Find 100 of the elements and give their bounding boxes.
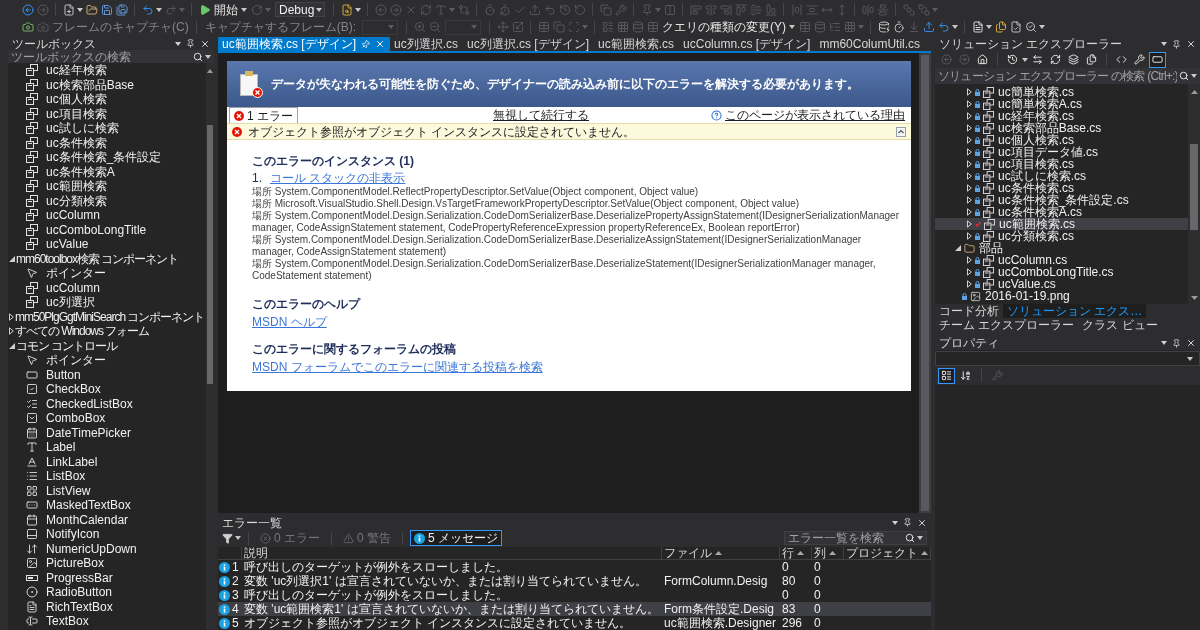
caret-icon[interactable] [985,25,992,29]
tree-item[interactable]: 2016-01-19.png [935,290,1188,302]
toolbox-item[interactable]: PictureBox [8,556,206,571]
camera-icon[interactable] [21,21,34,33]
toolbox-item[interactable]: uc分類検索 [8,193,206,208]
scrollbar-thumb[interactable] [1190,144,1198,230]
caret-icon[interactable] [235,536,241,540]
toolbox-item[interactable]: DateTimePicker [8,425,206,440]
circle-arrow-left-icon[interactable] [21,3,34,16]
expanded-triangle-icon[interactable] [9,342,15,349]
tree-item[interactable]: uc試しに検索.cs [935,170,1188,182]
sort-up-triangle-icon[interactable] [797,551,804,555]
document-tab[interactable]: uc範囲検索.cs [594,37,680,51]
panel-menu-caret-icon[interactable] [1161,42,1167,46]
column-header[interactable]: 列 [812,547,844,559]
collapsed-triangle-icon[interactable] [967,124,972,132]
search-field[interactable]: ツールボックスの検索 [8,50,214,63]
document-tab[interactable]: uc範囲検索.cs [デザイン] [218,37,390,51]
save-icon[interactable] [100,3,113,16]
search-icon[interactable] [1179,71,1189,81]
scroll-up-arrow-icon[interactable] [1190,90,1198,94]
tree-item[interactable]: uc分類検索.cs [935,230,1188,242]
toolbox-item[interactable]: NumericUpDown [8,541,206,556]
search-check-icon[interactable] [1024,21,1037,33]
search-field[interactable]: エラー一覧を検索 [784,531,927,545]
collapsed-triangle-icon[interactable] [9,327,14,336]
start-button[interactable]: 開始 [199,2,238,17]
undo-icon[interactable] [141,3,154,16]
tree-item[interactable]: uc条件検索.cs [935,182,1188,194]
toolbox-group[interactable]: コモン コントロール [8,338,206,353]
search-icon[interactable] [905,533,915,543]
forum-search-link[interactable]: MSDN フォーラムでこのエラーに関連する投稿を検索 [252,360,543,375]
tree-item[interactable]: uc検索部品Base.cs [935,122,1188,134]
error-tab[interactable]: 1 エラー [229,107,298,123]
caret-icon[interactable] [917,536,923,540]
toolbox-item[interactable]: uc個人検索 [8,92,206,107]
caret-icon[interactable] [789,25,795,29]
document-tab[interactable]: mm60ColumUtil.cs [815,37,926,51]
collapsed-triangle-icon[interactable] [967,196,972,204]
toolbox-item[interactable]: Label [8,440,206,455]
caret-icon[interactable] [241,7,247,12]
toolbox-item[interactable]: uc範囲検索 [8,179,206,194]
tree-item[interactable]: 部品 [935,242,1188,254]
column-header[interactable]: プロジェクト [844,547,931,559]
scrollbar[interactable] [1188,84,1200,304]
error-row[interactable]: 3 呼び出しのターゲットが例外をスローしました。 0 0 [218,588,931,602]
call-stack-link[interactable]: コール スタックの非表示 [270,171,406,186]
scrollbar[interactable] [206,63,214,630]
collapsed-triangle-icon[interactable] [967,148,972,156]
collapsed-triangle-icon[interactable] [967,220,972,228]
caret-icon[interactable] [205,54,211,59]
toolbox-item[interactable]: ListView [8,483,206,498]
stopwatch-icon[interactable] [892,21,905,33]
document-tab[interactable]: ucColumn.cs [デザイン] [679,37,816,51]
caret-icon[interactable] [155,7,162,12]
toolbox-group[interactable]: すべての Windows フォーム [8,324,206,339]
tree-item[interactable]: uc簡単検索.cs [935,86,1188,98]
toolbox-item[interactable]: ProgressBar [8,570,206,585]
caret-icon[interactable] [316,7,323,12]
caret-icon[interactable] [1191,74,1197,78]
reason-link[interactable]: このページが表示されている理由 [725,109,905,121]
scroll-down-arrow-icon[interactable] [1190,296,1198,300]
error-row[interactable]: 2 変数 'uc列選択1' は宣言されていないか、または割り当てられていません。 FormColumn.Desig 80 0 [218,574,931,588]
toolbox-item[interactable]: ポインター [8,266,206,281]
close-icon[interactable] [200,38,210,49]
toolbox-item[interactable]: TextBox [8,614,206,629]
caret-icon[interactable] [1038,25,1045,29]
scroll-up-arrow-icon[interactable] [207,69,213,73]
save-all-icon[interactable] [115,3,128,16]
tree-item[interactable]: ucComboLongTitle.cs [935,266,1188,278]
panel-menu-caret-icon[interactable] [1161,341,1167,345]
caret-icon[interactable] [1022,57,1028,62]
toolbox-group[interactable]: mm60toolbox検索 コンポーネント [8,251,206,266]
close-icon[interactable] [1186,338,1196,348]
toolbox-item[interactable]: uc試しに検索 [8,121,206,136]
database-bolt-icon[interactable] [877,21,890,33]
toolbox-item[interactable]: NotifyIcon [8,527,206,542]
caret-icon[interactable] [354,7,361,12]
tree-item[interactable]: uc項目検索.cs [935,158,1188,170]
document-tab[interactable]: uc列選択.cs [390,37,464,51]
collapsed-triangle-icon[interactable] [967,88,972,96]
file-search-icon[interactable] [340,3,353,16]
error-row[interactable]: 4 変数 'uc範囲検索1' は宣言されていないか、または割り当てられていません。 Form条件設定.Desig 83 0 [218,602,931,616]
toolbox-item[interactable]: uc条件検索_条件設定 [8,150,206,165]
toolbox-item[interactable]: CheckedListBox [8,396,206,411]
collapse-chevron-icon[interactable] [896,126,906,137]
error-row[interactable]: 5 オブジェクト参照がオブジェクト インスタンスに設定されていません。 uc範囲検索.Designer 296 0 [218,616,931,630]
pin-icon[interactable] [1172,338,1181,348]
collapsed-triangle-icon[interactable] [967,256,972,264]
toolbox-item[interactable]: MonthCalendar [8,512,206,527]
toolbox-item[interactable]: ComboBox [8,411,206,426]
object-selector-field[interactable] [935,351,1200,366]
tree-item[interactable]: uc経年検索.cs [935,110,1188,122]
sort-up-triangle-icon[interactable] [921,551,928,555]
tree-item[interactable]: uc個人検索.cs [935,134,1188,146]
collapsed-triangle-icon[interactable] [967,136,972,144]
collapsed-triangle-icon[interactable] [967,112,972,120]
caret-icon[interactable] [76,7,83,12]
collapsed-triangle-icon[interactable] [967,280,972,288]
sort-up-triangle-icon[interactable] [715,551,722,555]
